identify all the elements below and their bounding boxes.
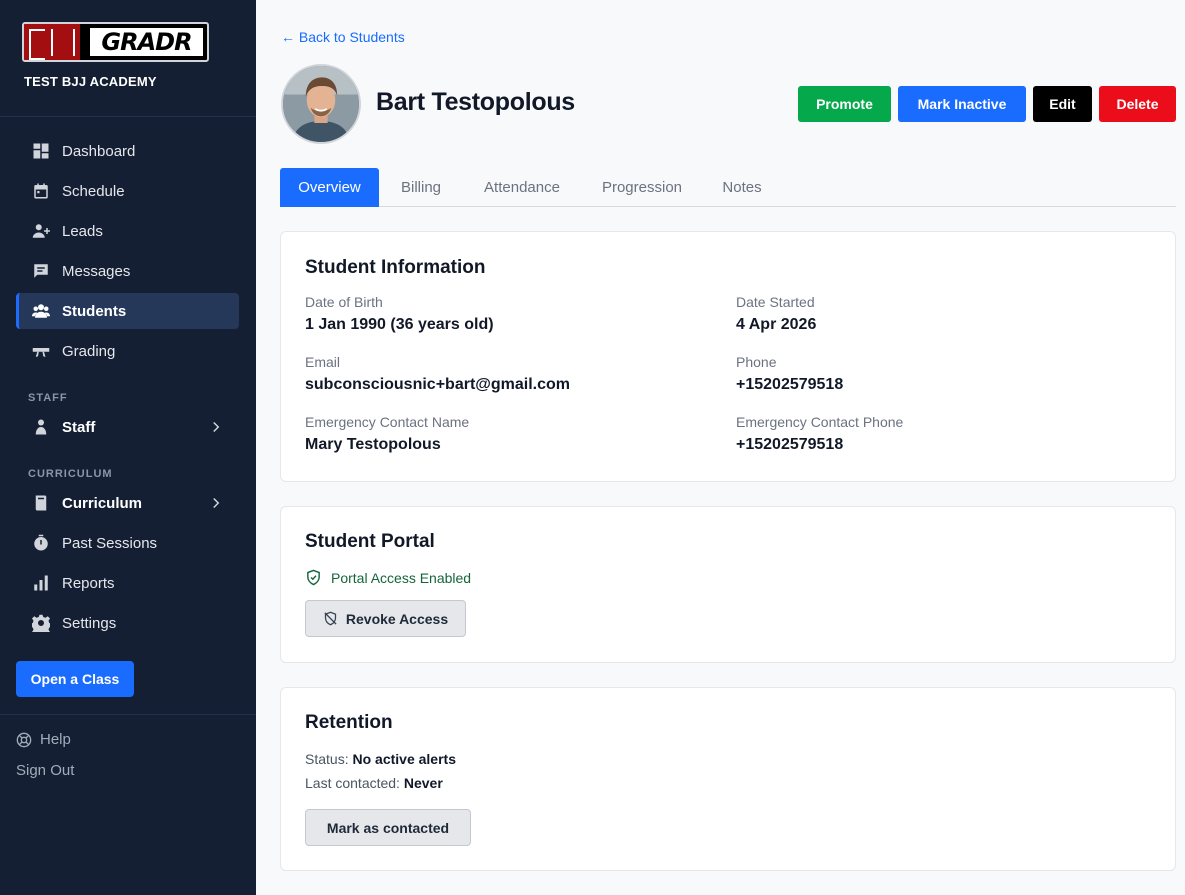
users-icon bbox=[32, 302, 50, 320]
email-label: Email bbox=[305, 354, 341, 370]
portal-status: Portal Access Enabled bbox=[305, 569, 471, 586]
emergency-name-label: Emergency Contact Name bbox=[305, 414, 470, 430]
tab-progression[interactable]: Progression bbox=[586, 168, 698, 207]
sidebar-item-label: Leads bbox=[62, 222, 103, 240]
shield-check-icon bbox=[307, 569, 320, 586]
sidebar-item-staff[interactable]: Staff bbox=[16, 409, 239, 445]
mark-inactive-button[interactable]: Mark Inactive bbox=[898, 86, 1026, 122]
date-started-value: 4 Apr 2026 bbox=[736, 316, 817, 333]
retention-status: Status: No active alerts bbox=[305, 751, 456, 767]
dob-label: Date of Birth bbox=[305, 294, 383, 310]
sidebar-item-label: Dashboard bbox=[62, 142, 136, 160]
shield-off-icon bbox=[324, 611, 337, 626]
gradr-logo[interactable]: GRADR bbox=[22, 22, 209, 62]
sidebar-item-dashboard[interactable]: Dashboard bbox=[16, 133, 239, 169]
dob-value: 1 Jan 1990 (36 years old) bbox=[305, 316, 494, 333]
academy-name: TEST BJJ ACADEMY bbox=[24, 74, 157, 89]
sidebar-item-grading[interactable]: Grading bbox=[16, 333, 239, 369]
help-label: Help bbox=[40, 731, 71, 748]
sidebar: GRADR TEST BJJ ACADEMY Dashboard Schedul… bbox=[0, 0, 256, 895]
logo-mark bbox=[24, 24, 80, 60]
sidebar-item-label: Grading bbox=[62, 342, 116, 360]
last-contacted-value: Never bbox=[403, 775, 443, 791]
emergency-phone-label: Emergency Contact Phone bbox=[736, 414, 904, 430]
sidebar-item-reports[interactable]: Reports bbox=[16, 565, 239, 601]
sidebar-item-label: Settings bbox=[62, 614, 117, 632]
sidebar-item-settings[interactable]: Settings bbox=[16, 605, 239, 641]
sidebar-item-curriculum[interactable]: Curriculum bbox=[16, 485, 239, 521]
emergency-name-value: Mary Testopolous bbox=[305, 436, 441, 453]
back-to-students-link[interactable]: ← Back to Students bbox=[281, 29, 405, 45]
sidebar-item-label: Curriculum bbox=[62, 494, 143, 512]
open-class-button[interactable]: Open a Class bbox=[16, 661, 134, 697]
retention-status-label: Status: bbox=[305, 751, 349, 767]
mark-as-contacted-button[interactable]: Mark as contacted bbox=[305, 809, 471, 846]
tab-billing[interactable]: Billing bbox=[385, 168, 457, 207]
add-user-icon bbox=[32, 222, 50, 240]
delete-button[interactable]: Delete bbox=[1099, 86, 1176, 122]
chevron-right-icon bbox=[213, 421, 220, 433]
book-icon bbox=[32, 494, 50, 512]
sign-out-label: Sign Out bbox=[16, 762, 75, 779]
lifebuoy-icon bbox=[16, 732, 32, 747]
phone-label: Phone bbox=[736, 354, 777, 370]
last-contacted-label: Last contacted: bbox=[305, 775, 400, 791]
student-tabs: Overview Billing Attendance Progression … bbox=[280, 168, 1176, 207]
retention-card: Retention Status: No active alerts Last … bbox=[280, 687, 1176, 871]
tab-overview[interactable]: Overview bbox=[280, 168, 379, 207]
sidebar-item-label: Students bbox=[62, 302, 127, 320]
calendar-icon bbox=[32, 182, 50, 200]
sidebar-item-students[interactable]: Students bbox=[16, 293, 239, 329]
promote-button[interactable]: Promote bbox=[798, 86, 891, 122]
stopwatch-icon bbox=[32, 534, 50, 552]
sidebar-divider bbox=[0, 714, 256, 715]
phone-value: +15202579518 bbox=[736, 376, 844, 393]
tab-notes[interactable]: Notes bbox=[708, 168, 776, 207]
last-contacted: Last contacted: Never bbox=[305, 775, 443, 791]
emergency-phone-value: +15202579518 bbox=[736, 436, 844, 453]
sidebar-item-leads[interactable]: Leads bbox=[16, 213, 239, 249]
staff-section-label: STAFF bbox=[28, 392, 68, 404]
sidebar-item-schedule[interactable]: Schedule bbox=[16, 173, 239, 209]
belt-icon bbox=[32, 342, 50, 360]
card-title: Student Portal bbox=[305, 531, 435, 552]
sidebar-item-label: Reports bbox=[62, 574, 115, 592]
sign-out-link[interactable]: Sign Out bbox=[16, 762, 74, 779]
curriculum-section-label: CURRICULUM bbox=[28, 468, 113, 480]
edit-button[interactable]: Edit bbox=[1033, 86, 1092, 122]
sidebar-item-past-sessions[interactable]: Past Sessions bbox=[16, 525, 239, 561]
sidebar-divider bbox=[0, 116, 256, 117]
bar-chart-icon bbox=[32, 574, 50, 592]
chat-icon bbox=[32, 262, 50, 280]
revoke-access-button[interactable]: Revoke Access bbox=[305, 600, 466, 637]
retention-status-value: No active alerts bbox=[352, 751, 456, 767]
student-portal-card: Student Portal Portal Access Enabled Rev… bbox=[280, 506, 1176, 663]
sidebar-item-label: Schedule bbox=[62, 182, 125, 200]
sidebar-item-label: Messages bbox=[62, 262, 131, 280]
revoke-access-label: Revoke Access bbox=[345, 610, 449, 627]
chevron-right-icon bbox=[213, 497, 220, 509]
student-name: Bart Testopolous bbox=[376, 88, 575, 116]
help-link[interactable]: Help bbox=[16, 731, 71, 748]
avatar bbox=[281, 64, 361, 144]
dashboard-icon bbox=[32, 142, 50, 160]
card-title: Retention bbox=[305, 712, 393, 733]
email-value: subconsciousnic+bart@gmail.com bbox=[305, 376, 570, 393]
date-started-label: Date Started bbox=[736, 294, 815, 310]
portal-status-text: Portal Access Enabled bbox=[331, 569, 472, 586]
sidebar-item-messages[interactable]: Messages bbox=[16, 253, 239, 289]
student-information-card: Student Information Date of Birth 1 Jan … bbox=[280, 231, 1176, 482]
sidebar-item-label: Past Sessions bbox=[62, 534, 158, 552]
person-icon bbox=[32, 418, 50, 436]
logo-text: GRADR bbox=[90, 28, 203, 56]
tab-attendance[interactable]: Attendance bbox=[467, 168, 577, 207]
card-title: Student Information bbox=[305, 257, 486, 278]
sidebar-item-label: Staff bbox=[62, 418, 96, 436]
student-photo bbox=[283, 66, 359, 142]
gear-icon bbox=[32, 614, 50, 632]
